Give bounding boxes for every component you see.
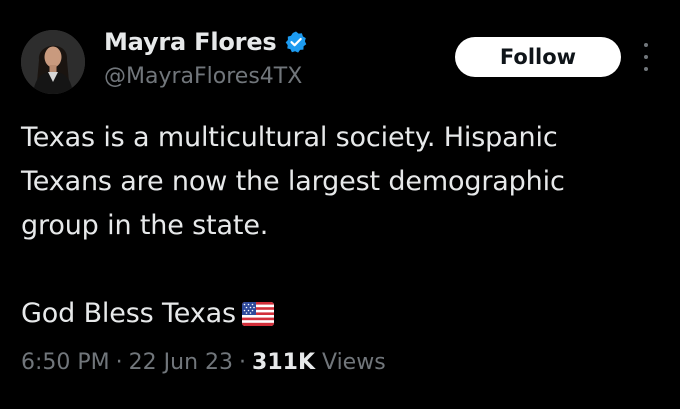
follow-button[interactable]: Follow [455, 37, 621, 77]
tweet-text-line: Texas is a multicultural society. Hispan… [21, 122, 558, 153]
tweet-text: Texas is a multicultural society. Hispan… [21, 116, 661, 340]
views-count[interactable]: 311K [252, 350, 315, 375]
display-name[interactable]: Mayra Flores [104, 28, 277, 56]
tweet-text-line: Texans are now the largest demographic [21, 166, 565, 197]
author-name-row: Mayra Flores [104, 28, 308, 56]
tweet-text-line: God Bless Texas [21, 298, 236, 329]
tweet-text-blank-line [21, 248, 661, 292]
user-handle[interactable]: @MayraFlores4TX [104, 64, 302, 89]
tweet-text-line: group in the state. [21, 210, 269, 241]
tweet-text-closing-line: God Bless Texas [21, 292, 661, 340]
meta-separator: · [115, 350, 123, 375]
verified-badge-icon [284, 30, 308, 54]
avatar-image [21, 30, 85, 94]
tweet-date[interactable]: 22 Jun 23 [129, 350, 233, 375]
avatar[interactable] [21, 30, 85, 94]
us-flag-icon [241, 296, 274, 340]
tweet-card: Mayra Flores @MayraFlores4TX Follow Texa… [0, 0, 680, 409]
views-label: Views [322, 350, 386, 375]
tweet-time[interactable]: 6:50 PM [21, 350, 110, 375]
tweet-meta: 6:50 PM · 22 Jun 23 · 311K Views [21, 350, 386, 375]
meta-separator: · [239, 350, 247, 375]
more-options-icon[interactable] [639, 43, 653, 71]
